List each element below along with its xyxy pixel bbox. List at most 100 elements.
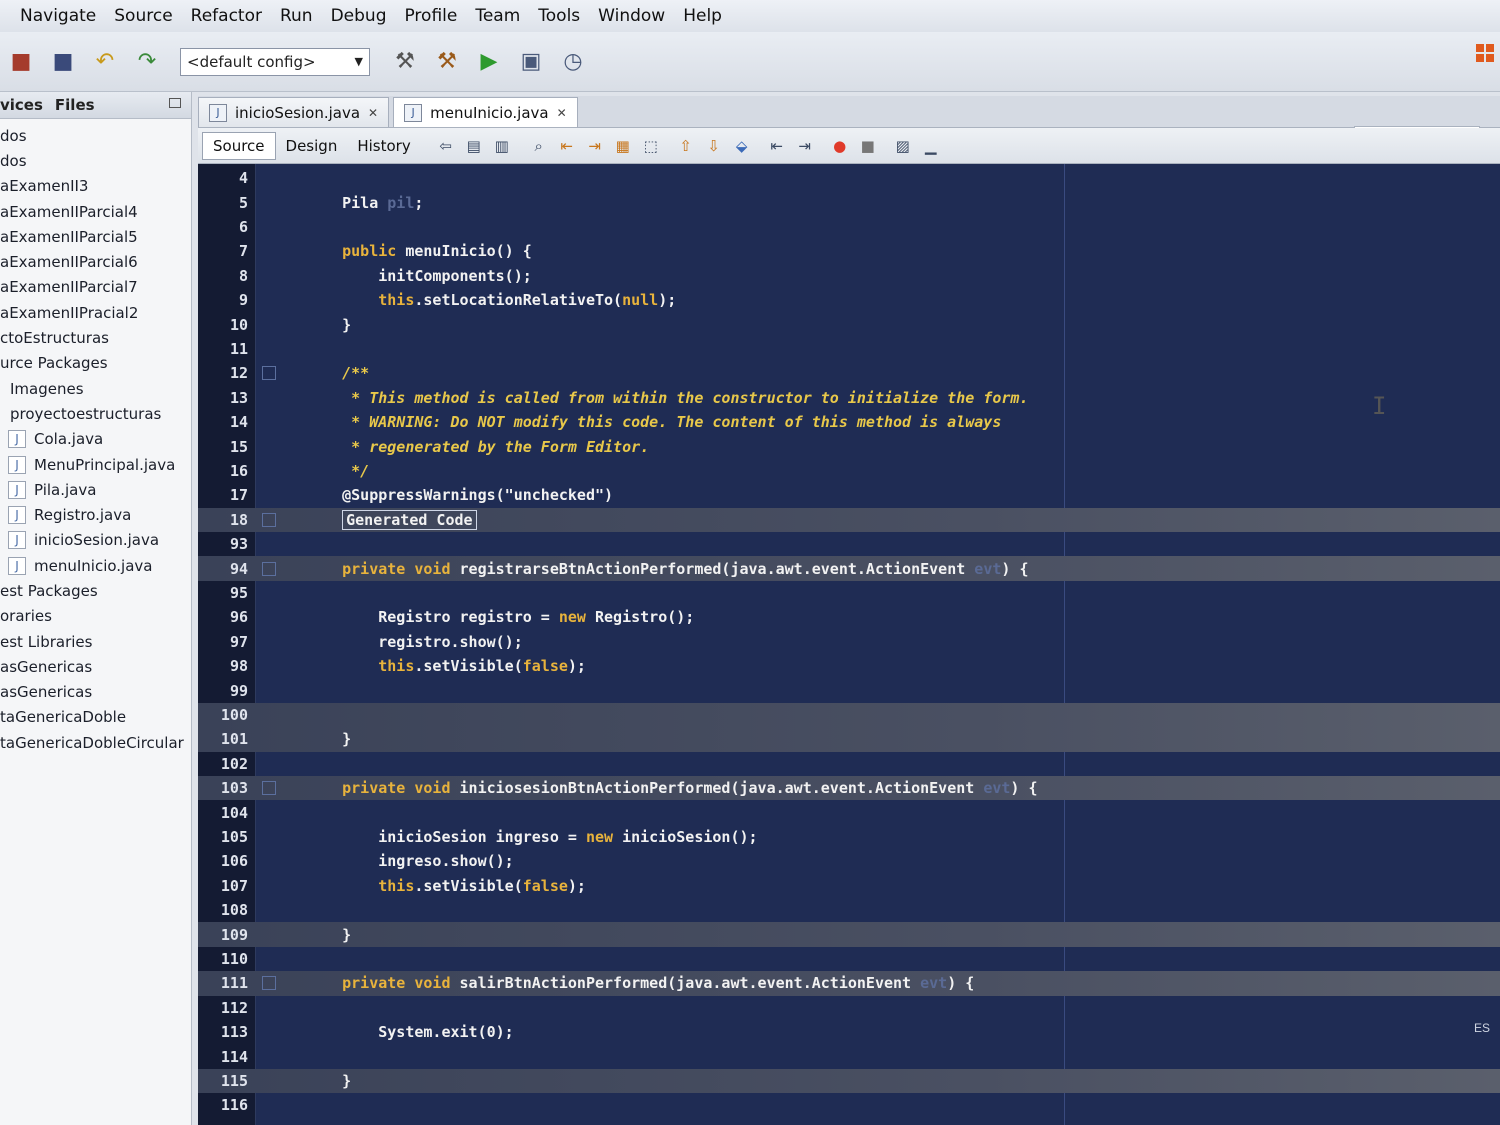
code-text[interactable]: initComponents();	[306, 267, 532, 285]
tree-item[interactable]: J Registro.java	[0, 502, 191, 527]
code-text[interactable]: }	[306, 730, 351, 748]
tree-item[interactable]: J Pila.java	[0, 477, 191, 502]
code-text[interactable]	[306, 804, 342, 822]
close-icon[interactable]: ✕	[368, 106, 378, 120]
code-text[interactable]: }	[306, 926, 351, 944]
tree-item[interactable]: taGenericaDoble	[0, 705, 191, 730]
code-text[interactable]: * regenerated by the Form Editor.	[306, 438, 649, 456]
code-text[interactable]: public menuInicio() {	[306, 242, 532, 260]
prev-bookmark-icon[interactable]: ⇧	[675, 135, 697, 157]
tab-history[interactable]: History	[347, 133, 420, 159]
tree-item[interactable]: dos	[0, 123, 191, 148]
editor-tab[interactable]: JmenuInicio.java ✕	[393, 97, 578, 127]
code-text[interactable]: private void iniciosesionBtnActionPerfor…	[306, 779, 1037, 797]
fold-toggle-icon[interactable]	[262, 512, 276, 527]
code-text[interactable]	[306, 584, 342, 602]
find-icon[interactable]: ⌕	[528, 135, 550, 157]
menu-run[interactable]: Run	[278, 4, 315, 28]
shift-right-icon[interactable]: ⇥	[794, 135, 816, 157]
tree-item[interactable]: taGenericaDobleCircular	[0, 730, 191, 755]
editor-tab[interactable]: JinicioSesion.java ✕	[198, 97, 390, 127]
tree-item[interactable]: proyectoestructuras	[0, 401, 191, 426]
clean-build-icon[interactable]: ⚒	[432, 47, 462, 77]
code-text[interactable]: System.exit(0);	[306, 1023, 513, 1041]
menu-refactor[interactable]: Refactor	[189, 4, 264, 28]
menu-tools[interactable]: Tools	[536, 4, 582, 28]
code-text[interactable]	[306, 999, 342, 1017]
next-occurrence-icon[interactable]: ⇥	[584, 135, 606, 157]
tab-files[interactable]: Files	[55, 96, 95, 114]
code-text[interactable]	[306, 1096, 342, 1114]
menu-help[interactable]: Help	[681, 4, 724, 28]
code-text[interactable]: this.setVisible(false);	[306, 877, 586, 895]
menu-profile[interactable]: Profile	[402, 4, 459, 28]
forward-icon[interactable]: ▥	[491, 135, 513, 157]
tree-item[interactable]: ctoEstructuras	[0, 325, 191, 350]
tree-item[interactable]: urce Packages	[0, 351, 191, 376]
code-text[interactable]: /**	[306, 364, 369, 382]
tree-item[interactable]: aExamenIIParcial7	[0, 275, 191, 300]
tray-language[interactable]: ES	[1474, 1021, 1490, 1035]
undo-icon[interactable]: ↶	[90, 47, 120, 77]
uncomment-icon[interactable]: ▁	[920, 135, 942, 157]
code-text[interactable]: ingreso.show();	[306, 852, 513, 870]
tab-design[interactable]: Design	[276, 133, 348, 159]
code-text[interactable]: }	[306, 1072, 351, 1090]
tree-item[interactable]: JinicioSesion.java	[0, 528, 191, 553]
tree-item[interactable]: est Packages	[0, 578, 191, 603]
record-macro-icon[interactable]: ●	[829, 135, 851, 157]
menu-navigate[interactable]: Navigate	[18, 4, 98, 28]
close-icon[interactable]: ✕	[557, 106, 567, 120]
code-text[interactable]	[306, 169, 342, 187]
fold-toggle-icon[interactable]	[262, 976, 276, 991]
last-edit-icon[interactable]: ▤	[463, 135, 485, 157]
comment-icon[interactable]: ▨	[892, 135, 914, 157]
code-text[interactable]: }	[306, 316, 351, 334]
code-text[interactable]: this.setVisible(false);	[306, 657, 586, 675]
code-text[interactable]: private void salirBtnActionPerformed(jav…	[306, 974, 974, 992]
menu-window[interactable]: Window	[596, 4, 667, 28]
menu-source[interactable]: Source	[112, 4, 174, 28]
prev-occurrence-icon[interactable]: ⇤	[556, 135, 578, 157]
fold-toggle-icon[interactable]	[262, 781, 276, 796]
code-text[interactable]	[306, 218, 342, 236]
fold-toggle-icon[interactable]	[262, 561, 276, 576]
tree-item[interactable]: J MenuPrincipal.java	[0, 452, 191, 477]
toggle-selection-icon[interactable]: ⬚	[640, 135, 662, 157]
code-text[interactable]	[306, 901, 342, 919]
toggle-highlight-icon[interactable]: ▦	[612, 135, 634, 157]
tree-item[interactable]: oraries	[0, 604, 191, 629]
code-editor[interactable]: 4 5 Pila pil; 6 7 public menuInicio() {8 …	[198, 164, 1500, 1125]
code-text[interactable]: this.setLocationRelativeTo(null);	[306, 291, 676, 309]
tab-services[interactable]: vices	[0, 96, 43, 114]
save-icon[interactable]: ■	[48, 47, 78, 77]
code-text[interactable]	[306, 950, 342, 968]
tab-source[interactable]: Source	[202, 131, 276, 160]
minimize-icon[interactable]	[169, 98, 181, 108]
code-text[interactable]: Pila pil;	[306, 194, 423, 212]
save-all-icon[interactable]: ■	[6, 47, 36, 77]
run-icon[interactable]: ▶	[474, 47, 504, 77]
tree-item[interactable]: asGenericas	[0, 654, 191, 679]
code-text[interactable]: Generated Code	[306, 509, 477, 530]
build-icon[interactable]: ⚒	[390, 47, 420, 77]
profile-icon[interactable]: ◷	[558, 47, 588, 77]
tree-item[interactable]: aExamenIIParcial4	[0, 199, 191, 224]
config-select[interactable]: <default config> ▼	[180, 47, 370, 76]
tree-item[interactable]: dos	[0, 148, 191, 173]
toggle-bookmark-icon[interactable]: ⬙	[731, 135, 753, 157]
code-text[interactable]: * This method is called from within the …	[306, 389, 1028, 407]
code-text[interactable]: private void registrarseBtnActionPerform…	[306, 560, 1028, 578]
tree-item[interactable]: Imagenes	[0, 376, 191, 401]
fold-toggle-icon[interactable]	[262, 366, 276, 381]
code-text[interactable]: inicioSesion ingreso = new inicioSesion(…	[306, 828, 757, 846]
tree-item[interactable]: aExamenII3	[0, 174, 191, 199]
back-icon[interactable]: ⇦	[435, 135, 457, 157]
tree-item[interactable]: aExamenIIParcial6	[0, 249, 191, 274]
menu-debug[interactable]: Debug	[329, 4, 389, 28]
code-text[interactable]	[306, 340, 342, 358]
code-text[interactable]	[306, 682, 342, 700]
tree-item[interactable]: aExamenIIPracial2	[0, 300, 191, 325]
debug-icon[interactable]: ▣	[516, 47, 546, 77]
tree-item[interactable]: aExamenIIParcial5	[0, 224, 191, 249]
